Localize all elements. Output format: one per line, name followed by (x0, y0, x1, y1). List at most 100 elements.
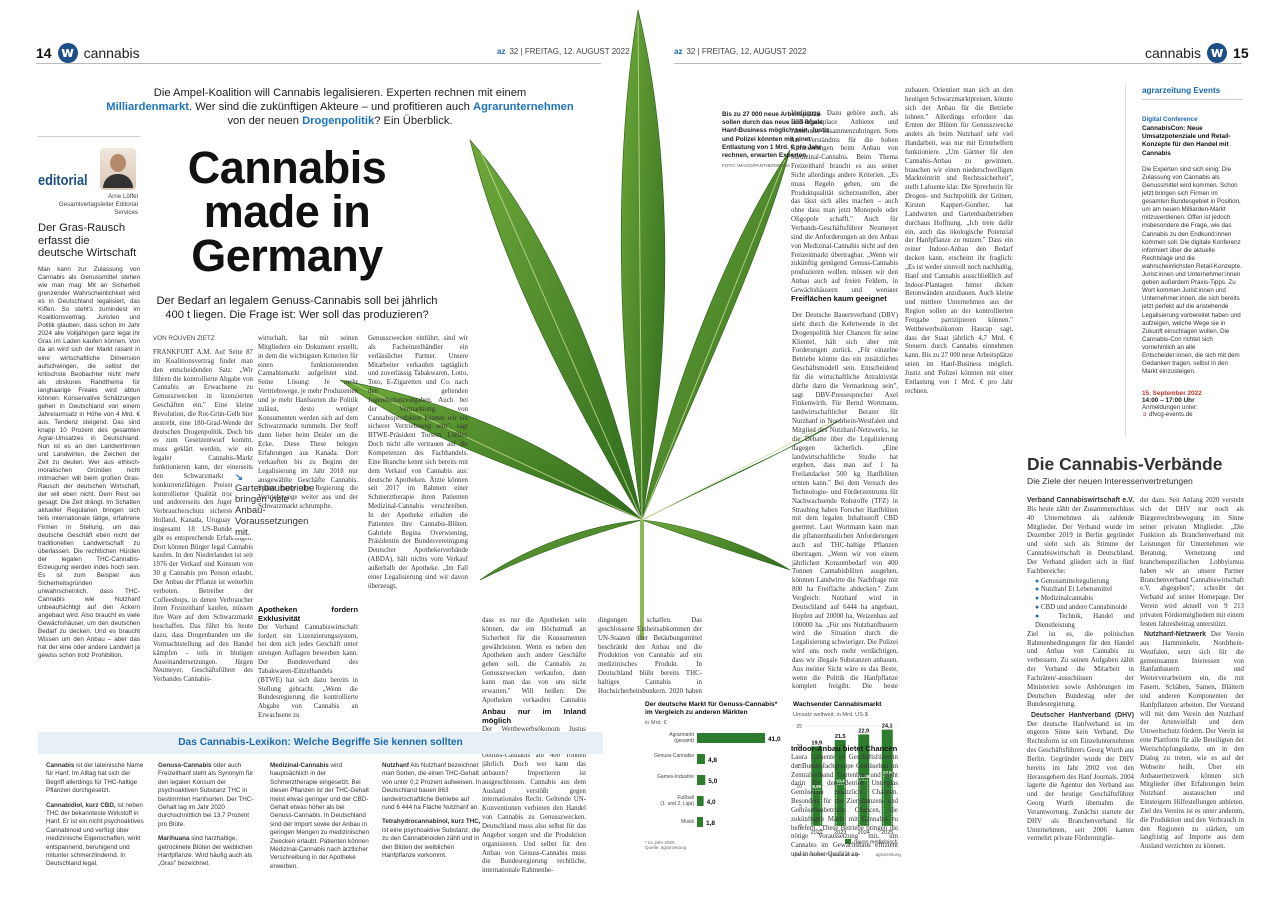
chart-source: Quelle: agrarzeitung (645, 845, 687, 851)
verbaende-col-2: der dazu. Seit Anfang 2020 versteht sich… (1140, 497, 1244, 851)
right-page-header: cannabis w 15 (1145, 43, 1249, 63)
market-comparison-chart: Der deutsche Markt für Genuss-Cannabis* … (645, 701, 785, 850)
lexikon-col-2: Genuss-Cannabis oder auch Freizeithanf s… (158, 762, 258, 877)
lexikon-entry: Genuss-Cannabis oder auch Freizeithanf s… (158, 762, 254, 828)
lexikon-col-3: Medizinal-Cannabis wird hauptsächlich in… (270, 762, 370, 877)
lexikon-entry: Nutzhanf Als Nutzhanf bezeichnet man Sor… (382, 762, 482, 812)
section-label: cannabis (1145, 45, 1202, 61)
lexikon-banner: Das Cannabis-Lexikon: Welche Begriffe Si… (38, 732, 603, 754)
lexikon-term: Cannabidiol, kurz CBD, (46, 801, 116, 809)
category-label: (1. und 2. Liga) (660, 801, 694, 807)
value-label: 21,5 (835, 734, 846, 740)
bar (697, 733, 765, 744)
value-label: 1,8 (706, 820, 715, 827)
arrow-icon: ↘ (235, 472, 243, 483)
right-col-1a: Verfügung. Dazu gehöre auch, als B2B-Mar… (791, 110, 898, 303)
editorial-kicker: editorial (38, 172, 88, 189)
article-col-2: wirtschaft, hat mit seinen Mitgliedern e… (258, 335, 358, 720)
value-label: 5,0 (708, 778, 717, 785)
category-label: Games-Industrie (657, 774, 694, 780)
events-title: CannabisCon: Neue Umsatzpotenziale und R… (1142, 125, 1231, 157)
events-time: 14:00 – 17:00 Uhr (1142, 396, 1195, 404)
byline: VON ROUVEN ZIETZ (153, 335, 215, 342)
verbaende-bullet: ● Medizinalcannabis (1035, 595, 1093, 603)
lexikon-term: Tetrahydrocannabinol, kurz THC, (382, 818, 481, 826)
lexikon-term: Nutzhanf (382, 762, 409, 769)
left-page-header: 14 w cannabis (36, 43, 140, 63)
lexikon-entries: Cannabis ist der lateinische Name für Ha… (46, 762, 601, 877)
right-col-1c: Indoor-Anbau bietet Chancen Laura Lafuen… (791, 744, 898, 859)
value-label: 24,1 (882, 724, 893, 730)
events-url-link[interactable]: ➲ dfvcg-events.de (1142, 411, 1243, 418)
chart-title: Der deutsche Markt für Genuss-Cannabis* … (645, 701, 778, 717)
lexikon-term: Cannabis (46, 762, 75, 769)
events-register-label: Anmeldungen unter: (1142, 403, 1198, 411)
w-logo-icon: w (1207, 43, 1228, 63)
editorial-body: Man kann zur Zulassung von Cannabis als … (38, 266, 140, 660)
lexikon-col-4: Nutzhanf Als Nutzhanf bezeichnet man Sor… (382, 762, 482, 877)
right-col-1b: Der Deutsche Bauernverband (DBV) sieht d… (792, 312, 898, 691)
author-name: Arne Löffel (108, 193, 138, 200)
editorial-rule (38, 136, 140, 137)
section-label: cannabis (83, 45, 140, 61)
category-label: Genuss-Cannabis (654, 753, 695, 759)
chart-unit: in Mrd. € (645, 720, 667, 727)
subhead: Anbau nur im Inland möglich (482, 707, 586, 725)
lexikon-term: Genuss-Cannabis (158, 762, 212, 769)
verbaende-lead: Deutscher Hanfverband (DHV) (1031, 711, 1134, 719)
w-logo-icon: w (57, 43, 78, 63)
author-avatar (100, 148, 136, 190)
verbaende-title: Die Cannabis-Verbände (1027, 454, 1223, 474)
verbaende-bullet: ● CBD und andere Cannabinoide (1035, 604, 1128, 612)
article-deck: Der Bedarf an legalem Genuss-Cannabis so… (156, 295, 438, 321)
verbaende-subtitle: Die Ziele der neuen Interessenvertretung… (1027, 476, 1193, 486)
lexikon-entry: Cannabidiol, kurz CBD, ist neben THC der… (46, 801, 144, 868)
article-col-5: dingungen schaffen. Das geschlossene Ein… (598, 617, 702, 697)
events-body: Die Experten sind sich einig: Die Zulass… (1142, 165, 1242, 376)
lexikon-title: Das Cannabis-Lexikon: Welche Begriffe Si… (178, 737, 463, 748)
verbaende-bullets: ● Genussmittelregulierung ● Nutzhanf Et L… (1027, 578, 1134, 631)
main-title: Cannabis made in Germany (187, 142, 387, 281)
chart-plot: Agrarmarkt(gesamt) 41,0Genuss-Cannabis4,8… (654, 732, 781, 828)
events-brand: agrarzeitung Events (1142, 86, 1243, 100)
events-kicker: Digital Conference (1142, 116, 1198, 123)
verbaende-lead: Nutzhanf-Netzwerk (1144, 631, 1207, 638)
chart-title: Wachsender Cannabismarkt (793, 701, 882, 708)
author-role: Gesamtverlagsleiter Editorial Services (58, 201, 138, 216)
lexikon-col-1: Cannabis ist der lateinische Name für Ha… (46, 762, 146, 877)
lexikon-term: Marihuana (158, 835, 190, 843)
arrow-icon: ➲ (1142, 410, 1148, 418)
article-col-1: FRANKFURT A.M. Auf Seite 87 im Koalition… (153, 349, 253, 684)
subhead: Freiflächen kaum geeignet (791, 294, 887, 303)
verbaende-lead: Verband Cannabiswirtschaft e.V. (1027, 497, 1134, 504)
y-tick-label: 25 (796, 724, 802, 730)
lexikon-entry: Medizinal-Cannabis wird hauptsächlich in… (270, 762, 370, 870)
value-label: 4,8 (708, 757, 717, 764)
bar (697, 775, 706, 786)
events-date: 15. September 2022 (1142, 389, 1202, 397)
value-label: 4,0 (707, 799, 716, 806)
lexikon-entry: Tetrahydrocannabinol, kurz THC, ist eine… (382, 818, 481, 860)
events-box: agrarzeitung Events Digital Conference C… (1125, 86, 1243, 436)
verbaende-bullet: ● Genussmittelregulierung (1035, 577, 1110, 585)
subhead: Indoor-Anbau bietet Chancen (791, 744, 898, 753)
page-number: 14 (36, 45, 52, 61)
value-label: 22,9 (858, 728, 869, 734)
lexikon-entry: Marihuana sind harzhaltige, getrocknete … (158, 835, 253, 868)
verbaende-col-1: Verband Cannabiswirtschaft e.V. Bis heut… (1027, 497, 1135, 843)
lexikon-entry: Cannabis ist der lateinische Name für Ha… (46, 762, 144, 795)
verbaende-bullet: ● Nutzhanf Et Lebensmittel (1035, 586, 1113, 594)
right-col-2: zubauen. Orientiert man sich an den heut… (905, 87, 1013, 395)
page-number: 15 (1233, 45, 1249, 61)
bar (697, 754, 705, 765)
article-col-3: Genusszwecken einführt, sind wir als Fac… (368, 335, 468, 590)
subhead: Apotheken fordern Exklusivität (258, 605, 358, 623)
category-label: Musik (681, 819, 695, 825)
editorial-headline: Der Gras-Rausch erfasst die deutsche Wir… (38, 222, 137, 260)
lexikon-term: Medizinal-Cannabis (270, 762, 329, 769)
bar (697, 817, 703, 828)
chart-subtitle: Umsatz weltweit, in Mrd. US-$ (793, 712, 868, 718)
value-label: 41,0 (768, 736, 781, 743)
verbaende-bullet: ● Technik, Handel und Dienstleistung (1035, 612, 1135, 629)
bar (697, 796, 704, 807)
